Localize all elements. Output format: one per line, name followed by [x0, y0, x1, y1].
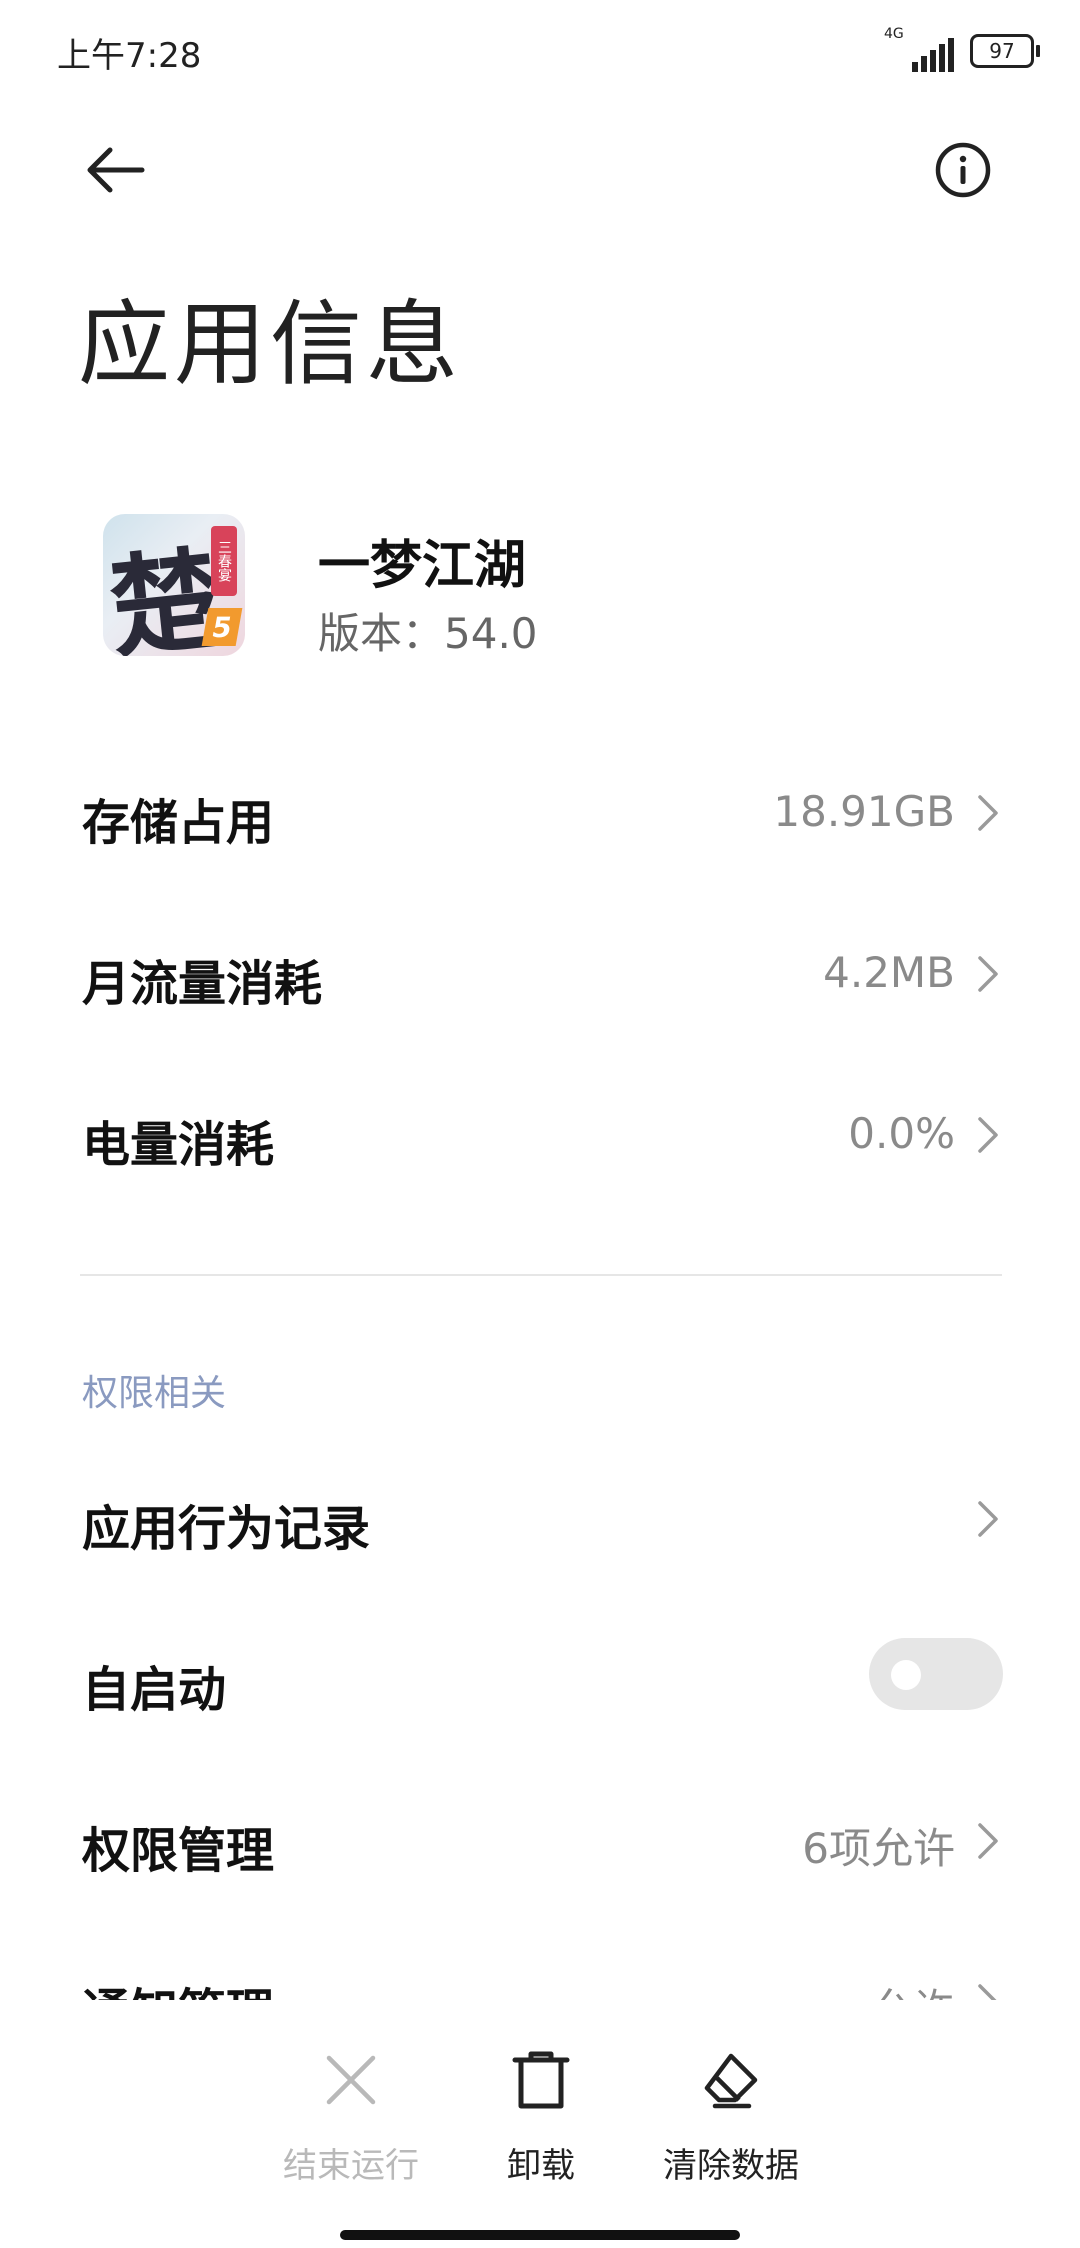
autostart-toggle[interactable] [869, 1638, 1003, 1710]
row-label: 电量消耗 [82, 1117, 275, 1173]
home-indicator[interactable] [340, 2230, 740, 2240]
row-value: 4.2MB [823, 948, 955, 997]
app-name: 一梦江湖 [318, 536, 527, 596]
app-icon: 楚 三春宴 5 [103, 514, 245, 656]
chevron-right-icon [978, 1823, 998, 1859]
app-version: 版本：54.0 [318, 609, 538, 658]
chevron-right-icon [978, 1501, 998, 1537]
section-title-permissions: 权限相关 [82, 1373, 227, 1414]
force-stop-button[interactable]: 结束运行 [251, 2050, 451, 2187]
chevron-right-icon [978, 956, 998, 992]
info-button[interactable] [933, 140, 993, 200]
trash-icon [512, 2051, 570, 2109]
page-title: 应用信息 [78, 291, 463, 398]
back-button[interactable] [80, 140, 150, 200]
clear-data-label: 清除数据 [663, 2146, 799, 2186]
storage-row[interactable]: 存储占用 18.91GB [0, 755, 1080, 865]
row-label: 应用行为记录 [82, 1501, 371, 1557]
row-label: 自启动 [82, 1662, 227, 1718]
autostart-row: 自启动 [0, 1622, 1080, 1732]
app-icon-number: 5 [201, 608, 243, 646]
uninstall-label: 卸载 [507, 2146, 575, 2186]
permission-management-row[interactable]: 权限管理 6项允许 [0, 1783, 1080, 1893]
info-icon [935, 142, 991, 198]
row-value: 6项允许 [802, 1824, 955, 1873]
back-arrow-icon [87, 147, 145, 193]
chevron-right-icon [978, 1117, 998, 1153]
row-label: 存储占用 [82, 795, 275, 851]
app-icon-stamp: 三春宴 [211, 526, 237, 596]
network-type: 4G [884, 26, 904, 42]
row-label: 权限管理 [82, 1823, 275, 1879]
signal-icon: 4G [884, 26, 954, 72]
row-value: 0.0% [848, 1109, 955, 1158]
row-label: 月流量消耗 [82, 956, 323, 1012]
uninstall-button[interactable]: 卸载 [441, 2050, 641, 2187]
chevron-right-icon [978, 795, 998, 831]
clear-data-button[interactable]: 清除数据 [631, 2050, 831, 2187]
battery-icon: 97 [970, 34, 1040, 68]
battery-level: 97 [989, 39, 1015, 63]
data-usage-row[interactable]: 月流量消耗 4.2MB [0, 916, 1080, 1026]
force-stop-label: 结束运行 [283, 2146, 419, 2186]
battery-usage-row[interactable]: 电量消耗 0.0% [0, 1077, 1080, 1187]
status-bar: 上午7:28 4G 97 [0, 0, 1080, 100]
eraser-icon [704, 2053, 758, 2109]
divider [80, 1274, 1002, 1276]
status-time: 上午7:28 [57, 36, 202, 76]
bottom-action-bar: 结束运行 卸载 清除数据 [0, 2000, 1080, 2248]
close-icon [326, 2055, 376, 2105]
row-value: 18.91GB [773, 787, 955, 836]
app-behavior-record-row[interactable]: 应用行为记录 [0, 1461, 1080, 1571]
